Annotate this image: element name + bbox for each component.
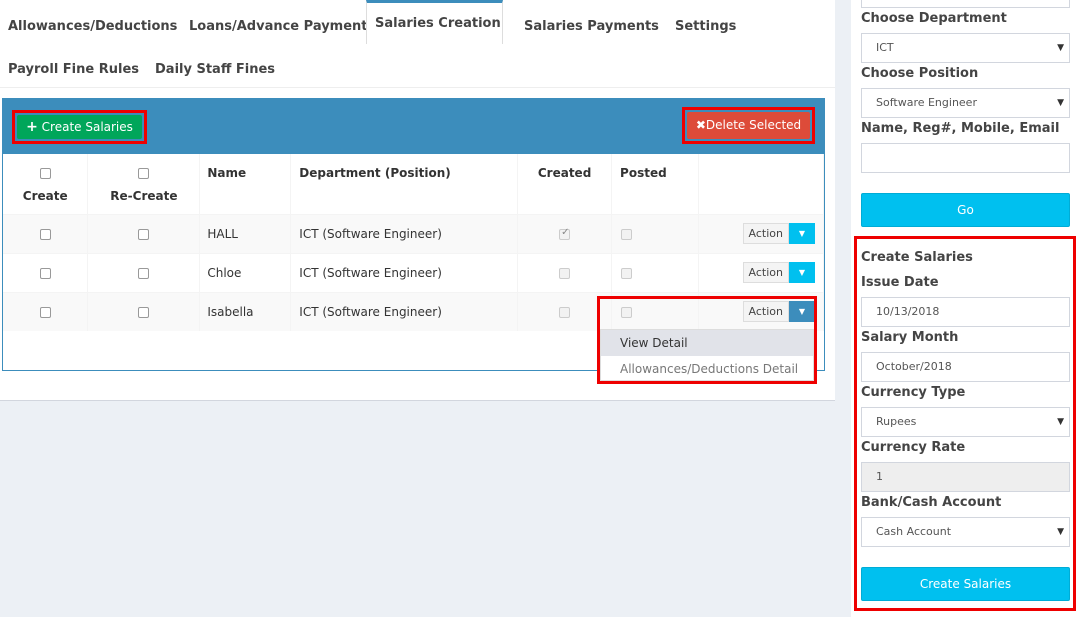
header-created: Created — [517, 154, 613, 214]
tab-payroll-fine-rules[interactable]: Payroll Fine Rules — [0, 46, 147, 90]
salary-month-label: Salary Month — [861, 330, 959, 345]
create-checkbox[interactable] — [39, 267, 51, 279]
table-header-row: Create Re-Create Name Department (Positi… — [3, 154, 824, 214]
create-section-title: Create Salaries — [861, 250, 973, 265]
action-button[interactable]: Action — [742, 223, 789, 244]
create-checkbox[interactable] — [39, 306, 51, 318]
recreate-checkbox[interactable] — [138, 267, 150, 279]
create-salaries-submit-button[interactable]: Create Salaries — [861, 567, 1070, 601]
header-department: Department (Position) — [290, 154, 519, 214]
currency-rate-input: 1 — [861, 462, 1070, 492]
table-row: HALL ICT (Software Engineer) Action ▼ — [3, 213, 824, 253]
bank-cash-label: Bank/Cash Account — [861, 495, 1002, 510]
recreate-checkbox[interactable] — [138, 228, 150, 240]
cell-department: ICT (Software Engineer) — [290, 291, 519, 331]
header-create-label: Create — [22, 189, 68, 203]
delete-highlight: ✖Delete Selected — [682, 107, 815, 144]
created-checkbox — [559, 227, 571, 240]
create-checkbox[interactable] — [39, 228, 51, 240]
create-highlight: + Create Salaries — [12, 110, 147, 144]
currency-rate-label: Currency Rate — [861, 440, 966, 455]
header-name: Name — [199, 154, 292, 214]
header-recreate-label: Re-Create — [110, 189, 178, 203]
cell-department: ICT (Software Engineer) — [290, 213, 519, 253]
position-label: Choose Position — [861, 66, 979, 81]
action-group: Action ▼ — [742, 223, 815, 244]
cell-action: Action ▼ — [698, 213, 824, 253]
cell-action: Action ▼ — [698, 252, 824, 292]
search-input[interactable] — [861, 143, 1070, 173]
created-checkbox — [559, 306, 571, 318]
header-action — [698, 154, 824, 214]
top-field[interactable] — [861, 0, 1070, 8]
plus-icon: + — [26, 119, 38, 135]
cell-created — [517, 252, 613, 292]
created-checkbox — [559, 267, 571, 279]
tab-daily-staff-fines[interactable]: Daily Staff Fines — [147, 46, 283, 90]
create-salaries-label: Create Salaries — [41, 120, 133, 134]
action-button[interactable]: Action — [742, 262, 789, 283]
menu-item-allowances-deductions-detail[interactable]: Allowances/Deductions Detail — [601, 356, 813, 382]
delete-selected-button[interactable]: ✖Delete Selected — [687, 112, 810, 139]
cell-posted — [611, 213, 699, 253]
header-recreate: Re-Create — [87, 154, 201, 214]
cell-name: Chloe — [199, 252, 292, 292]
tab-loans-advance-payments[interactable]: Loans/Advance Payments — [181, 3, 383, 47]
cell-create — [3, 252, 89, 292]
cell-name: Isabella — [199, 291, 292, 331]
cell-posted — [611, 252, 699, 292]
bank-cash-select[interactable]: Cash Account — [861, 517, 1070, 547]
cell-department: ICT (Software Engineer) — [290, 252, 519, 292]
select-all-create-checkbox[interactable] — [39, 168, 51, 179]
issue-date-label: Issue Date — [861, 275, 939, 290]
cell-recreate — [87, 291, 201, 331]
filter-sidebar: Choose Department ICT Choose Position So… — [851, 0, 1076, 617]
chevron-down-icon[interactable]: ▼ — [789, 223, 815, 244]
cell-recreate — [87, 213, 201, 253]
posted-checkbox — [621, 267, 633, 279]
recreate-checkbox[interactable] — [138, 306, 150, 318]
go-button[interactable]: Go — [861, 193, 1070, 227]
tab-settings[interactable]: Settings — [667, 3, 744, 47]
cell-create — [3, 291, 89, 331]
currency-type-select[interactable]: Rupees — [861, 407, 1070, 437]
currency-type-label: Currency Type — [861, 385, 966, 400]
table-row: Chloe ICT (Software Engineer) Action ▼ — [3, 252, 824, 292]
delete-selected-label: Delete Selected — [705, 118, 802, 132]
action-group: Action ▼ — [742, 262, 815, 283]
cell-create — [3, 213, 89, 253]
close-icon: ✖ — [695, 118, 706, 132]
issue-date-input[interactable]: 10/13/2018 — [861, 297, 1070, 327]
header-posted: Posted — [611, 154, 699, 214]
cell-recreate — [87, 252, 201, 292]
salary-month-input[interactable]: October/2018 — [861, 352, 1070, 382]
cell-created — [517, 213, 613, 253]
department-label: Choose Department — [861, 11, 1007, 26]
header-create: Create — [3, 154, 89, 214]
posted-checkbox — [621, 228, 633, 240]
position-select[interactable]: Software Engineer — [861, 88, 1070, 118]
department-select[interactable]: ICT — [861, 33, 1070, 63]
menu-item-view-detail[interactable]: View Detail — [601, 330, 813, 356]
tab-allowances-deductions[interactable]: Allowances/Deductions — [0, 3, 185, 47]
tab-salaries-creation[interactable]: Salaries Creation — [366, 0, 503, 44]
tab-bar: Allowances/Deductions Loans/Advance Paym… — [0, 0, 835, 88]
select-all-recreate-checkbox[interactable] — [138, 168, 150, 179]
chevron-down-icon[interactable]: ▼ — [789, 262, 815, 283]
box-header: + Create Salaries ✖Delete Selected — [3, 99, 824, 154]
create-salaries-button[interactable]: + Create Salaries — [17, 115, 142, 139]
search-label: Name, Reg#, Mobile, Email — [861, 121, 1060, 136]
tab-salaries-payments[interactable]: Salaries Payments — [516, 3, 667, 47]
action-dropdown-menu: View Detail Allowances/Deductions Detail — [600, 329, 814, 381]
cell-name: HALL — [199, 213, 292, 253]
